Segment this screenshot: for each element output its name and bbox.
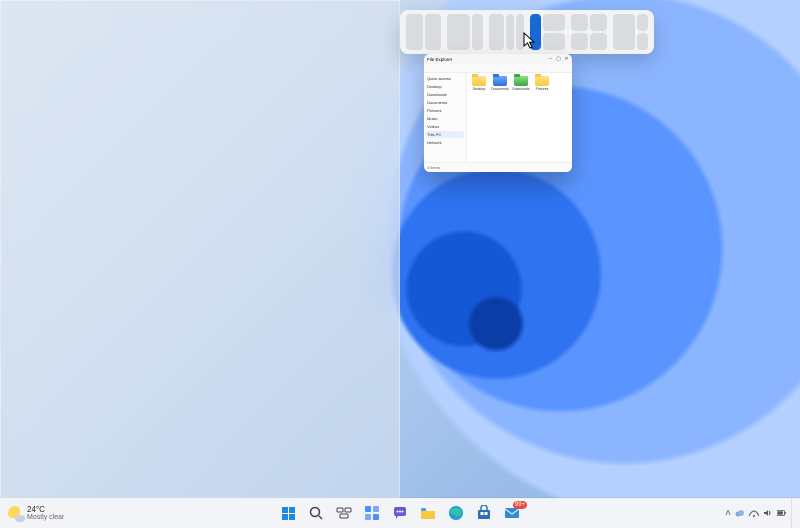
maximize-button[interactable]: ▢ [556, 57, 561, 62]
status-bar: 4 items [424, 162, 572, 172]
taskbar: 24°C Mostly clear 99+ ˄ [0, 498, 800, 528]
file-explorer-icon [420, 505, 436, 521]
folder-item[interactable]: Documents [491, 76, 509, 91]
file-explorer-window[interactable]: File Explorer ─ ▢ ✕ Quick accessDesktopD… [424, 54, 572, 172]
system-tray[interactable]: ˄ [725, 498, 796, 528]
snap-cell[interactable] [590, 33, 607, 50]
widgets-button[interactable] [360, 501, 384, 525]
folder-label: Downloads [512, 87, 529, 91]
weather-desc: Mostly clear [27, 514, 64, 521]
snap-cell[interactable] [406, 14, 423, 50]
task-view-button[interactable] [332, 501, 356, 525]
weather-widget[interactable]: 24°C Mostly clear [8, 498, 64, 528]
network-tray-icon[interactable] [749, 508, 759, 518]
snap-layouts-flyout [400, 10, 654, 54]
snap-cell[interactable] [516, 14, 524, 50]
nav-item[interactable]: This PC [426, 131, 464, 138]
snap-cell[interactable] [613, 14, 635, 50]
snap-cell[interactable] [571, 33, 588, 50]
snap-layout-quadrant[interactable] [571, 14, 606, 50]
folder-icon [472, 76, 486, 86]
nav-item[interactable]: Quick access [426, 75, 464, 82]
snap-layout-70-30[interactable] [447, 14, 482, 50]
snap-cell[interactable] [425, 14, 442, 50]
onedrive-tray-icon[interactable] [735, 508, 745, 518]
volume-tray-icon[interactable] [763, 508, 773, 518]
command-bar[interactable] [424, 64, 572, 73]
snap-layout-50-25-25[interactable] [489, 14, 524, 50]
folder-item[interactable]: Desktop [470, 76, 488, 91]
nav-item[interactable]: Documents [426, 99, 464, 106]
start-icon [282, 507, 295, 520]
search-icon [308, 505, 324, 521]
snap-cell[interactable] [637, 14, 648, 31]
folder-icon [493, 76, 507, 86]
file-explorer-button[interactable] [416, 501, 440, 525]
snap-cell[interactable] [506, 14, 514, 50]
titlebar[interactable]: File Explorer ─ ▢ ✕ [424, 54, 572, 64]
widgets-icon [364, 505, 380, 521]
nav-item[interactable]: Videos [426, 123, 464, 130]
edge-button[interactable] [444, 501, 468, 525]
badge: 99+ [513, 501, 527, 509]
store-button[interactable] [472, 501, 496, 525]
close-button[interactable]: ✕ [564, 57, 569, 62]
snap-layout-50-50[interactable] [406, 14, 441, 50]
snap-cell[interactable] [489, 14, 505, 50]
tray-overflow-chevron-icon[interactable]: ˄ [725, 508, 731, 519]
snap-layout-half-split-right[interactable] [530, 14, 565, 50]
item-count: 4 items [427, 165, 440, 170]
snap-cell-active[interactable] [530, 14, 541, 50]
nav-item[interactable]: Desktop [426, 83, 464, 90]
snap-cell[interactable] [447, 14, 469, 50]
items-view[interactable]: Desktop DocumentsDownloads Pictures [467, 73, 572, 162]
folder-item[interactable]: Downloads [512, 76, 530, 91]
folder-icon [514, 76, 528, 86]
snap-cell[interactable] [472, 14, 483, 50]
edge-icon [448, 505, 464, 521]
chat-icon [392, 505, 408, 521]
folder-label: Pictures [536, 87, 549, 91]
nav-item[interactable]: Downloads [426, 91, 464, 98]
snap-cell[interactable] [571, 14, 588, 31]
snap-cell[interactable] [637, 33, 648, 50]
weather-icon [8, 506, 22, 520]
snap-layout-thirds[interactable] [613, 14, 648, 50]
snap-cell[interactable] [543, 33, 565, 50]
start-button[interactable] [276, 501, 300, 525]
folder-item[interactable]: Pictures [533, 76, 551, 91]
weather-temp: 24°C [27, 506, 64, 514]
show-desktop-button[interactable] [791, 498, 796, 528]
mail-button[interactable]: 99+ [500, 501, 524, 525]
nav-item[interactable]: Pictures [426, 107, 464, 114]
search-button[interactable] [304, 501, 328, 525]
window-title: File Explorer [427, 57, 452, 62]
snap-cell[interactable] [590, 14, 607, 31]
minimize-button[interactable]: ─ [548, 57, 553, 62]
battery-tray-icon[interactable] [777, 508, 787, 518]
taskbar-center: 99+ [276, 501, 524, 525]
nav-item[interactable]: Music [426, 115, 464, 122]
snap-cell[interactable] [543, 14, 565, 31]
snap-target-left-half[interactable] [0, 0, 400, 498]
navigation-pane[interactable]: Quick accessDesktopDownloadsDocumentsPic… [424, 73, 467, 162]
nav-item[interactable]: Network [426, 139, 464, 146]
store-icon [476, 505, 492, 521]
folder-label: Documents [491, 87, 509, 91]
folder-icon [535, 76, 549, 86]
task-view-icon [336, 505, 352, 521]
folder-label: Desktop [473, 87, 486, 91]
chat-button[interactable] [388, 501, 412, 525]
